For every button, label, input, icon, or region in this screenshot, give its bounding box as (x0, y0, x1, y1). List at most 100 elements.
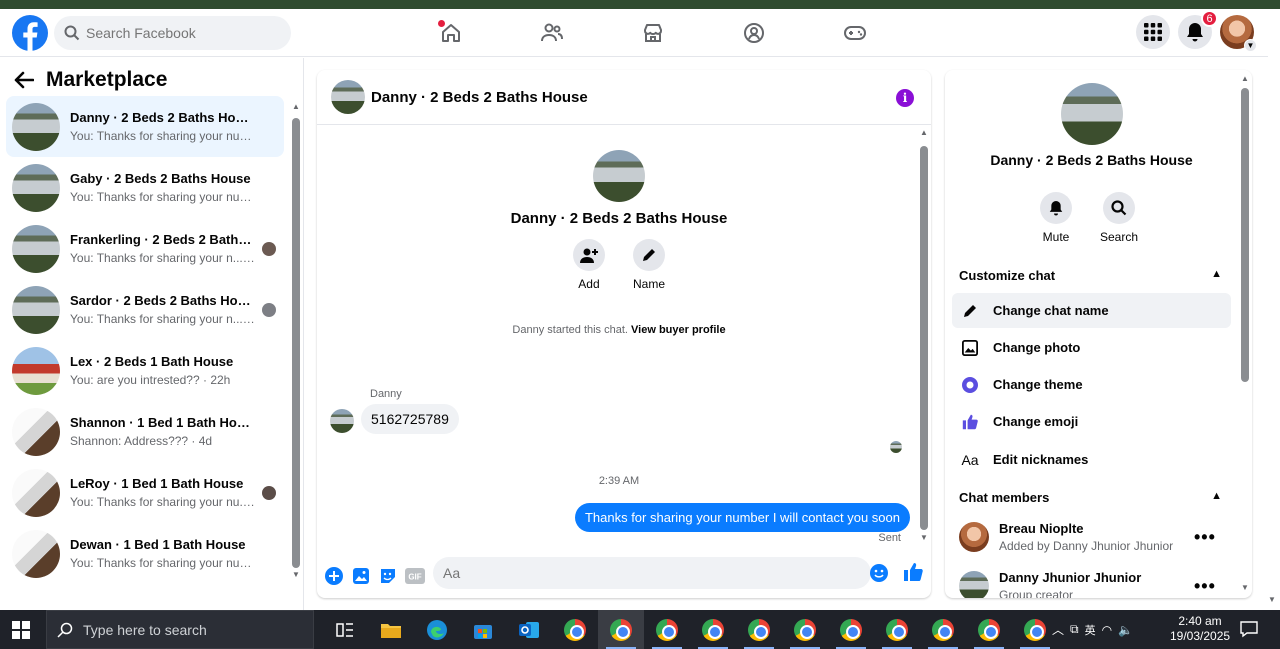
read-receipt-avatar (890, 441, 902, 453)
chrome-icon (932, 618, 954, 641)
info-icon[interactable]: i (896, 89, 914, 107)
nav-groups[interactable] (703, 9, 804, 57)
scroll-down-arrow[interactable]: ▼ (292, 570, 300, 579)
member-row[interactable]: Breau Nioplte Added by Danny Jhunior Jhun… (959, 518, 1229, 556)
system-clock[interactable]: 2:40 am 19/03/2025 (1170, 614, 1230, 644)
nav-home[interactable] (400, 9, 501, 57)
change-photo-option[interactable]: Change photo (952, 330, 1231, 365)
incoming-message[interactable]: 5162725789 (361, 404, 459, 434)
chrome-window[interactable] (782, 610, 828, 649)
page-scroll-down-arrow[interactable]: ▼ (1268, 595, 1276, 604)
attach-photo-button[interactable] (350, 565, 372, 587)
thumbs-up-icon (904, 563, 923, 581)
chrome-window[interactable] (598, 610, 644, 649)
facebook-logo-icon[interactable] (12, 15, 48, 51)
chat-panel: Danny · 2 Beds 2 Baths House i Danny · 2… (317, 70, 931, 598)
message-input[interactable] (433, 557, 871, 589)
chrome-window[interactable] (736, 610, 782, 649)
message-thread: Danny · 2 Beds 2 Baths House Add Name Da… (317, 126, 921, 554)
meet-now-icon[interactable]: ⧉ (1070, 622, 1079, 637)
name-chat-button[interactable]: Name (632, 239, 665, 291)
like-button[interactable] (903, 562, 923, 587)
profile-avatar[interactable]: ▼ (1220, 15, 1257, 52)
mute-button[interactable]: Mute (1040, 192, 1072, 244)
notification-badge: 6 (1201, 10, 1218, 27)
list-item[interactable]: Frankerling · 2 Beds 2 Baths H... You: Th… (6, 218, 284, 279)
page-title: Marketplace (46, 68, 168, 91)
info-avatar[interactable] (1061, 83, 1123, 145)
scroll-down-arrow[interactable]: ▼ (1241, 583, 1249, 592)
chevron-up-icon[interactable]: ︿ (1052, 621, 1064, 638)
change-emoji-option[interactable]: Change emoji (952, 404, 1231, 439)
search-in-chat-button[interactable]: Search (1100, 192, 1138, 244)
taskbar-search[interactable]: Type here to search (46, 610, 314, 649)
wifi-icon[interactable]: ◠ (1102, 623, 1112, 637)
list-item[interactable]: Sardor · 2 Beds 2 Baths House You: Thanks… (6, 279, 284, 340)
more-actions-button[interactable] (323, 565, 345, 587)
sidebar-scrollbar[interactable] (292, 118, 300, 568)
chat-scrollbar[interactable] (920, 146, 928, 530)
chrome-window[interactable] (966, 610, 1012, 649)
conversation-title: Gaby · 2 Beds 2 Baths House (70, 171, 251, 186)
outgoing-message[interactable]: Thanks for sharing your number I will co… (574, 503, 910, 532)
scroll-up-arrow[interactable]: ▲ (1241, 74, 1249, 83)
list-item[interactable]: Danny · 2 Beds 2 Baths House You: Thanks … (6, 96, 284, 157)
chevron-up-icon[interactable]: ▲ (1211, 268, 1222, 280)
emoji-button[interactable] (870, 564, 888, 587)
chrome-window[interactable] (644, 610, 690, 649)
list-item[interactable]: LeRoy · 1 Bed 1 Bath House You: Thanks fo… (6, 462, 284, 523)
edit-nicknames-option[interactable]: Aa Edit nicknames (952, 442, 1231, 477)
gif-button[interactable]: GIF (404, 565, 426, 587)
view-buyer-profile-link[interactable]: View buyer profile (631, 324, 726, 336)
add-label: Add (578, 277, 600, 291)
list-item[interactable]: Lex · 2 Beds 1 Bath House You: are you in… (6, 340, 284, 401)
bell-icon (1187, 23, 1203, 42)
info-scrollbar[interactable] (1241, 88, 1249, 382)
nav-marketplace[interactable] (602, 9, 703, 57)
search-box[interactable] (54, 16, 291, 50)
add-people-button[interactable]: Add (572, 239, 605, 291)
change-theme-option[interactable]: Change theme (952, 367, 1231, 402)
notification-center-icon[interactable] (1240, 620, 1258, 643)
input-method-icon[interactable]: 英 (1085, 622, 1096, 638)
chevron-up-icon[interactable]: ▲ (1211, 490, 1222, 502)
chrome-window[interactable] (874, 610, 920, 649)
volume-icon[interactable]: 🔈 (1118, 623, 1133, 637)
windows-start-icon[interactable] (12, 621, 30, 644)
listing-thumbnail (12, 224, 60, 273)
chrome-window[interactable] (920, 610, 966, 649)
nav-friends[interactable] (501, 9, 602, 57)
outlook-app[interactable] (506, 610, 552, 649)
sticker-button[interactable] (377, 565, 399, 587)
list-item[interactable]: Shannon · 1 Bed 1 Bath House Shannon: Add… (6, 401, 284, 462)
menu-button[interactable] (1136, 15, 1170, 49)
scroll-up-arrow[interactable]: ▲ (920, 128, 928, 137)
chrome-window[interactable] (690, 610, 736, 649)
customize-chat-header[interactable]: Customize chat (959, 268, 1055, 283)
chat-avatar[interactable] (331, 80, 365, 114)
more-options-icon[interactable]: ••• (1194, 527, 1216, 548)
list-item[interactable]: Gaby · 2 Beds 2 Baths House You: Thanks f… (6, 157, 284, 218)
chrome-window[interactable] (828, 610, 874, 649)
chrome-app[interactable] (552, 610, 598, 649)
notifications-button[interactable]: 6 (1178, 10, 1218, 49)
edge-app[interactable] (414, 610, 460, 649)
emoji-icon (870, 564, 888, 582)
store-app[interactable] (460, 610, 506, 649)
scroll-down-arrow[interactable]: ▼ (920, 533, 928, 542)
back-arrow-icon[interactable] (14, 71, 34, 89)
conversation-preview: You: Thanks for sharing your n... · 44m (70, 312, 256, 326)
file-explorer-app[interactable] (368, 610, 414, 649)
member-row[interactable]: Danny Jhunior Jhunior Group creator ••• (959, 567, 1229, 598)
search-icon (57, 622, 73, 638)
list-item[interactable]: Dewan · 1 Bed 1 Bath House You: Thanks fo… (6, 523, 284, 584)
search-input[interactable] (86, 25, 276, 41)
change-chat-name-option[interactable]: Change chat name (952, 293, 1231, 328)
nav-gaming[interactable] (804, 9, 905, 57)
more-options-icon[interactable]: ••• (1194, 576, 1216, 597)
nickname-aa-icon: Aa (961, 451, 979, 468)
scroll-up-arrow[interactable]: ▲ (292, 102, 300, 111)
task-view-button[interactable] (322, 610, 368, 649)
chat-members-header[interactable]: Chat members (959, 490, 1049, 505)
chat-title[interactable]: Danny · 2 Beds 2 Baths House (371, 89, 588, 106)
